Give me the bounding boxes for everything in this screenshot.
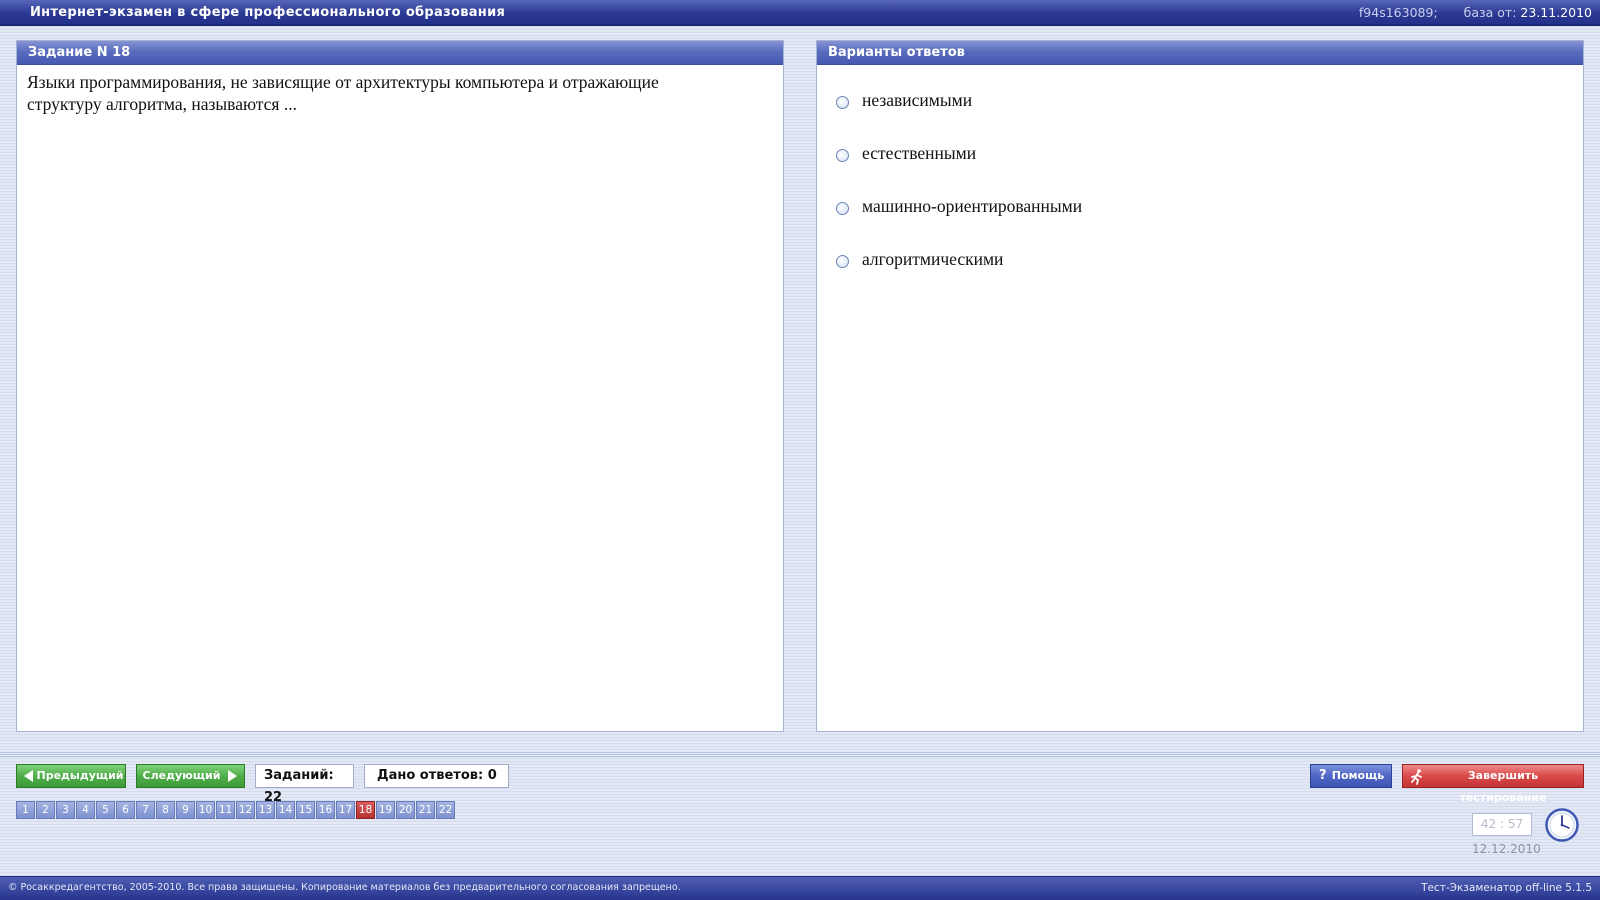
page-button-18[interactable]: 18 (356, 801, 375, 819)
version-text: Тест-Экзаменатор off-line 5.1.5 (1421, 882, 1592, 894)
page-button-9[interactable]: 9 (176, 801, 195, 819)
page-button-14[interactable]: 14 (276, 801, 295, 819)
previous-button[interactable]: Предыдущий (16, 764, 126, 788)
copyright-text: © Росаккредагентство, 2005-2010. Все пра… (8, 882, 681, 893)
question-mark-icon: ? (1319, 768, 1327, 783)
help-button-label: Помощь (1331, 769, 1385, 782)
answered-counter: Дано ответов: 0 (364, 764, 509, 788)
page-button-21[interactable]: 21 (416, 801, 435, 819)
next-button[interactable]: Следующий (136, 764, 245, 788)
question-text: Языки программирования, не зависящие от … (27, 72, 659, 114)
question-pager: 1 2 3 4 5 6 7 8 9 10 11 12 13 14 15 16 1… (16, 801, 456, 819)
previous-button-label: Предыдущий (36, 769, 124, 782)
finish-test-button[interactable]: Завершить тестирование (1402, 764, 1584, 804)
page-button-19[interactable]: 19 (376, 801, 395, 819)
radio-icon[interactable] (836, 149, 849, 162)
page-button-4[interactable]: 4 (76, 801, 95, 819)
question-panel-title: Задание N 18 (17, 41, 783, 65)
answer-option-2[interactable]: естественными (817, 143, 1583, 196)
answer-label[interactable]: алгоритмическими (862, 249, 1003, 270)
answer-list: независимыми естественными машинно-ориен… (817, 65, 1583, 302)
base-date: 23.11.2010 (1520, 5, 1592, 20)
session-info: f94s163089; база от: 23.11.2010 (1359, 5, 1592, 20)
radio-icon[interactable] (836, 202, 849, 215)
clock-icon (1545, 808, 1579, 842)
radio-icon[interactable] (836, 255, 849, 268)
page-button-16[interactable]: 16 (316, 801, 335, 819)
page-button-22[interactable]: 22 (436, 801, 455, 819)
next-button-label: Следующий (142, 769, 221, 782)
title-bar: Интернет-экзамен в сфере профессионально… (0, 0, 1600, 26)
radio-icon[interactable] (836, 96, 849, 109)
finish-test-button-label: Завершить тестирование (1459, 769, 1547, 804)
running-man-icon (1410, 765, 1424, 793)
arrow-left-icon (24, 770, 33, 782)
answer-label[interactable]: естественными (862, 143, 976, 164)
app-title: Интернет-экзамен в сфере профессионально… (30, 5, 506, 20)
page-button-20[interactable]: 20 (396, 801, 415, 819)
answer-label[interactable]: машинно-ориентированными (862, 196, 1082, 217)
answers-panel: Варианты ответов независимыми естественн… (816, 40, 1584, 732)
base-label: база от: (1463, 5, 1517, 20)
answer-label[interactable]: независимыми (862, 90, 972, 111)
page-button-6[interactable]: 6 (116, 801, 135, 819)
page-button-2[interactable]: 2 (36, 801, 55, 819)
session-id: f94s163089; (1358, 5, 1438, 20)
page-button-8[interactable]: 8 (156, 801, 175, 819)
answer-option-3[interactable]: машинно-ориентированными (817, 196, 1583, 249)
page-button-3[interactable]: 3 (56, 801, 75, 819)
page-button-1[interactable]: 1 (16, 801, 35, 819)
arrow-right-icon (228, 770, 237, 782)
page-button-10[interactable]: 10 (196, 801, 215, 819)
toolbar-divider (0, 752, 1600, 758)
footer: © Росаккредагентство, 2005-2010. Все пра… (0, 876, 1600, 900)
page-button-17[interactable]: 17 (336, 801, 355, 819)
page-button-15[interactable]: 15 (296, 801, 315, 819)
page-button-7[interactable]: 7 (136, 801, 155, 819)
page-button-5[interactable]: 5 (96, 801, 115, 819)
answers-panel-title: Варианты ответов (817, 41, 1583, 65)
answer-option-4[interactable]: алгоритмическими (817, 249, 1583, 302)
timer-display: 42 : 57 (1472, 813, 1532, 836)
help-button[interactable]: ? Помощь (1310, 764, 1392, 788)
page-button-11[interactable]: 11 (216, 801, 235, 819)
question-panel: Задание N 18 Языки программирования, не … (16, 40, 784, 732)
page-button-13[interactable]: 13 (256, 801, 275, 819)
current-date: 12.12.2010 (1472, 842, 1541, 856)
page-button-12[interactable]: 12 (236, 801, 255, 819)
tasks-counter: Заданий: 22 (255, 764, 354, 805)
answer-option-1[interactable]: независимыми (817, 90, 1583, 143)
